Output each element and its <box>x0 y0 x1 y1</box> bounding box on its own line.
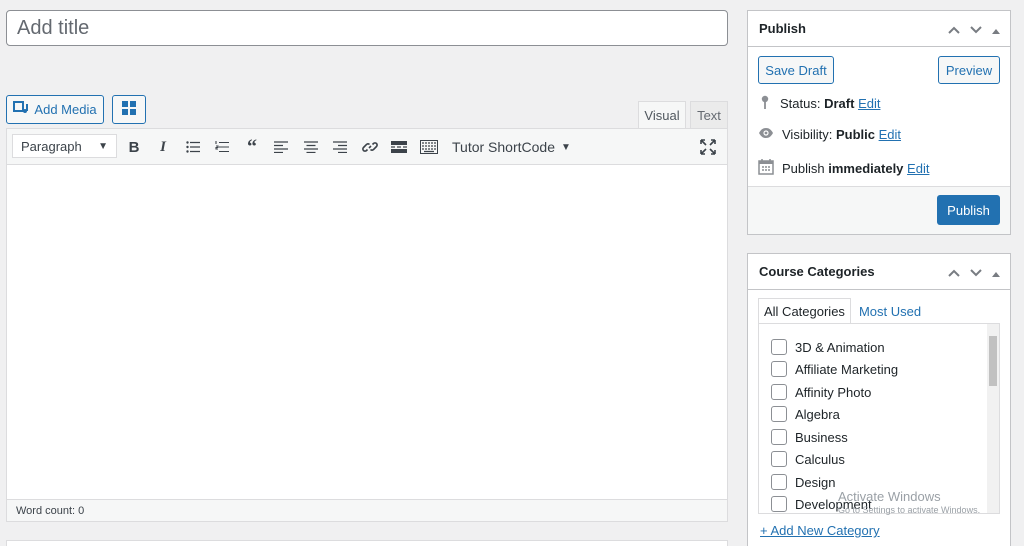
category-label: Design <box>795 474 836 490</box>
editor-content-area[interactable] <box>6 128 728 522</box>
publish-panel-header: Publish <box>748 11 1010 47</box>
category-checklist[interactable]: 3D & Animation Affiliate Marketing Affin… <box>758 323 1000 514</box>
category-tabs: All Categories Most Used <box>758 298 926 324</box>
category-item[interactable]: 3D & Animation <box>771 339 885 355</box>
eye-icon <box>758 127 774 142</box>
align-center-icon[interactable] <box>300 136 322 158</box>
italic-icon[interactable]: I <box>152 136 174 158</box>
category-item[interactable]: Affiliate Marketing <box>771 361 898 377</box>
calendar-icon <box>758 159 774 178</box>
edit-visibility-link[interactable]: Edit <box>879 127 901 142</box>
categories-panel-header: Course Categories <box>748 254 1010 290</box>
link-icon[interactable] <box>359 136 381 158</box>
pin-icon <box>758 95 772 112</box>
format-select-value: Paragraph <box>21 138 82 154</box>
edit-schedule-link[interactable]: Edit <box>907 161 929 176</box>
numbered-list-icon[interactable] <box>211 136 233 158</box>
visibility-label: Visibility: <box>782 127 833 142</box>
blocks-button[interactable] <box>112 95 146 124</box>
category-item[interactable]: Calculus <box>771 451 845 467</box>
category-label: Affinity Photo <box>795 384 872 400</box>
tab-most-used[interactable]: Most Used <box>851 298 926 324</box>
category-checkbox[interactable] <box>771 474 787 490</box>
publish-button[interactable]: Publish <box>937 195 1000 225</box>
edit-status-link[interactable]: Edit <box>858 96 880 111</box>
fullscreen-icon[interactable] <box>697 136 719 158</box>
align-right-icon[interactable] <box>329 136 351 158</box>
bullet-list-icon[interactable] <box>182 136 204 158</box>
category-label: Business <box>795 429 848 445</box>
activate-windows-watermark: Activate Windows <box>838 489 941 504</box>
category-checkbox[interactable] <box>771 451 787 467</box>
category-label: Algebra <box>795 406 840 422</box>
tutor-shortcode-label: Tutor ShortCode <box>452 139 555 155</box>
publish-panel: Publish Save Draft Preview Status: Draft… <box>747 10 1011 235</box>
blockquote-icon[interactable]: “ <box>241 136 263 158</box>
tab-text[interactable]: Text <box>690 101 728 128</box>
activate-windows-hint: Go to Settings to activate Windows. <box>838 505 981 515</box>
read-more-icon[interactable] <box>388 136 410 158</box>
category-item[interactable]: Algebra <box>771 406 840 422</box>
media-icon <box>13 100 29 119</box>
grid-icon <box>122 101 136 118</box>
toolbar-toggle-icon[interactable] <box>418 136 440 158</box>
move-up-icon[interactable] <box>948 22 960 37</box>
caret-down-icon: ▼ <box>98 140 108 152</box>
move-down-icon[interactable] <box>970 265 982 280</box>
category-checkbox[interactable] <box>771 384 787 400</box>
category-item[interactable]: Business <box>771 429 848 445</box>
tutor-shortcode-dropdown[interactable]: Tutor ShortCode ▼ <box>452 136 571 158</box>
category-item[interactable]: Design <box>771 474 835 490</box>
add-media-label: Add Media <box>34 102 97 117</box>
visibility-value: Public <box>835 127 875 142</box>
category-label: Affiliate Marketing <box>795 361 899 377</box>
caret-down-icon: ▼ <box>560 141 571 153</box>
move-up-icon[interactable] <box>948 265 960 280</box>
categories-panel-title: Course Categories <box>759 264 875 279</box>
scrollbar-thumb[interactable] <box>989 336 997 386</box>
align-left-icon[interactable] <box>270 136 292 158</box>
status-label: Status: <box>780 96 821 111</box>
status-row: Status: Draft Edit <box>758 95 880 112</box>
schedule-row: Publish immediately Edit <box>758 159 929 178</box>
paragraph-format-select[interactable]: Paragraph ▼ <box>12 134 117 158</box>
publish-panel-title: Publish <box>759 21 806 36</box>
collapse-icon[interactable] <box>992 22 1000 37</box>
move-down-icon[interactable] <box>970 22 982 37</box>
publish-timing: immediately <box>828 161 904 176</box>
category-checkbox[interactable] <box>771 406 787 422</box>
category-checkbox[interactable] <box>771 339 787 355</box>
tab-all-categories[interactable]: All Categories <box>758 298 851 324</box>
category-item[interactable]: Affinity Photo <box>771 384 871 400</box>
category-scrollbar[interactable] <box>987 324 999 513</box>
category-checkbox[interactable] <box>771 361 787 377</box>
save-draft-button[interactable]: Save Draft <box>758 56 834 84</box>
word-count: Word count: 0 <box>7 499 727 521</box>
tab-visual[interactable]: Visual <box>638 101 686 128</box>
publish-label: Publish <box>782 161 825 176</box>
title-input[interactable]: Add title <box>6 10 728 46</box>
preview-button[interactable]: Preview <box>938 56 1000 84</box>
visibility-row: Visibility: Public Edit <box>758 127 901 142</box>
collapse-icon[interactable] <box>992 265 1000 280</box>
category-checkbox[interactable] <box>771 429 787 445</box>
add-new-category-link[interactable]: + Add New Category <box>760 523 880 538</box>
publish-footer: Publish <box>748 186 1010 234</box>
bold-icon[interactable]: B <box>123 136 145 158</box>
category-checkbox[interactable] <box>771 496 787 512</box>
next-metabox <box>6 540 728 546</box>
category-label: 3D & Animation <box>795 339 885 355</box>
add-media-button[interactable]: Add Media <box>6 95 104 124</box>
category-label: Calculus <box>795 451 845 467</box>
status-value: Draft <box>824 96 855 111</box>
